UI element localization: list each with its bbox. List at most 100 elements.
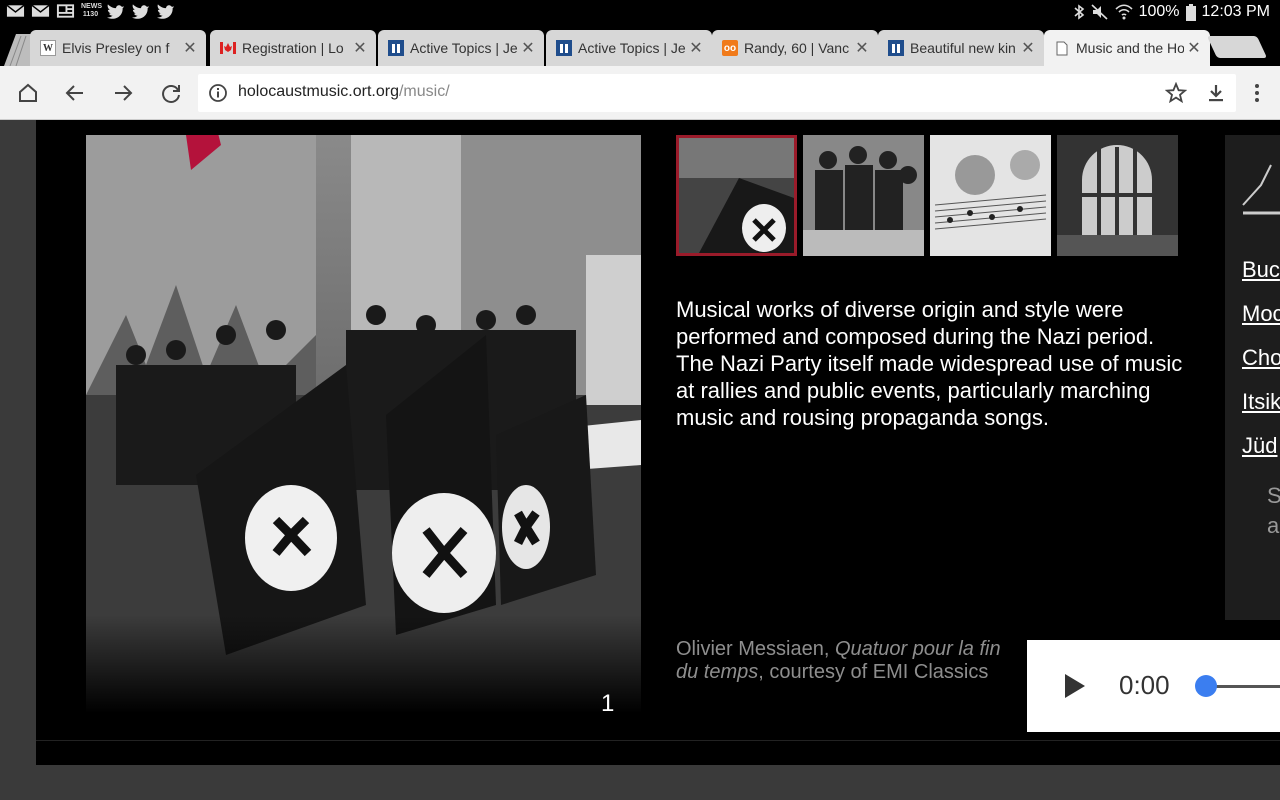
maple-leaf-favicon-icon bbox=[220, 40, 236, 56]
thumbnail-sheet-music-image bbox=[930, 135, 1051, 256]
sidebar-link-2[interactable]: Moc bbox=[1242, 301, 1280, 327]
wifi-icon bbox=[1115, 4, 1133, 20]
forum-favicon-icon bbox=[388, 40, 404, 56]
main-gallery-photo[interactable]: 1 / 4 bbox=[86, 135, 641, 713]
thumbnail-3[interactable] bbox=[930, 135, 1051, 256]
sidebar-link-5[interactable]: Jüd bbox=[1242, 433, 1277, 459]
twitter-icon bbox=[131, 4, 150, 19]
sidebar-text-1: S bbox=[1267, 483, 1280, 508]
thumbnail-2[interactable] bbox=[803, 135, 924, 256]
divider bbox=[36, 740, 1280, 741]
seek-track[interactable] bbox=[1206, 685, 1280, 688]
mail-icon bbox=[6, 4, 25, 17]
sidebar-link-4[interactable]: Itsik bbox=[1242, 389, 1280, 415]
bluetooth-icon bbox=[1074, 4, 1084, 20]
thumbnail-rally-image bbox=[679, 138, 794, 253]
tab-music-holocaust[interactable]: Music and the Ho ✕ bbox=[1044, 30, 1210, 66]
reload-button[interactable] bbox=[156, 78, 186, 108]
new-tab-button[interactable] bbox=[1206, 36, 1268, 58]
browser-toolbar: holocaustmusic.ort.org/music/ bbox=[0, 66, 1280, 120]
url-text[interactable]: holocaustmusic.ort.org/music/ bbox=[238, 83, 450, 101]
play-icon[interactable] bbox=[1063, 672, 1087, 700]
clock: 12:03 PM bbox=[1201, 3, 1270, 20]
close-tab-icon[interactable]: ✕ bbox=[852, 38, 872, 58]
seek-handle[interactable] bbox=[1195, 675, 1217, 697]
thumbnail-4[interactable] bbox=[1057, 135, 1178, 256]
oo-favicon-icon: oo bbox=[722, 40, 738, 56]
sidebar-link-1[interactable]: Buc bbox=[1242, 257, 1280, 283]
content-panel: 1 / 4 Musical works of diverse origin an… bbox=[36, 120, 1280, 765]
more-vert-icon bbox=[1255, 84, 1259, 102]
url-path: /music/ bbox=[398, 83, 450, 100]
close-tab-icon[interactable]: ✕ bbox=[180, 38, 200, 58]
caption-credit: , courtesy of EMI Classics bbox=[758, 661, 989, 683]
tab-strip: W Elvis Presley on f ✕ Registration | Lo… bbox=[0, 24, 1280, 66]
audio-player: 0:00 bbox=[1027, 640, 1280, 732]
sidebar-text-2: a bbox=[1267, 513, 1280, 538]
description-text: Musical works of diverse origin and styl… bbox=[676, 297, 1183, 430]
wikipedia-favicon-icon: W bbox=[40, 40, 56, 56]
home-button[interactable] bbox=[13, 78, 43, 108]
close-tab-icon[interactable]: ✕ bbox=[518, 38, 538, 58]
url-host: holocaustmusic.ort.org bbox=[238, 83, 399, 100]
back-arrow-icon bbox=[65, 85, 83, 101]
tab-active-topics-2[interactable]: Active Topics | Je ✕ bbox=[546, 30, 712, 66]
sidebar-link-3[interactable]: Cho bbox=[1242, 345, 1280, 371]
close-tab-icon[interactable]: ✕ bbox=[350, 38, 370, 58]
back-button[interactable] bbox=[60, 78, 90, 108]
tab-title: Registration | Lo bbox=[242, 40, 344, 56]
thumbnail-orchestra-image bbox=[803, 135, 924, 256]
battery-icon bbox=[1185, 3, 1196, 21]
forum-favicon-icon bbox=[888, 40, 904, 56]
tab-beautiful[interactable]: Beautiful new kin ✕ bbox=[878, 30, 1044, 66]
tab-elvis[interactable]: W Elvis Presley on f ✕ bbox=[30, 30, 206, 66]
reload-icon bbox=[162, 85, 180, 103]
news1130-icon: NEWS 1130 bbox=[81, 3, 102, 18]
twitter-icon bbox=[106, 4, 125, 19]
caption-composer: Olivier Messiaen, bbox=[676, 638, 835, 660]
close-tab-icon[interactable]: ✕ bbox=[686, 38, 706, 58]
mail-icon bbox=[31, 4, 50, 17]
download-button[interactable] bbox=[1201, 78, 1231, 108]
star-icon bbox=[1165, 82, 1187, 104]
home-icon bbox=[19, 83, 37, 102]
rally-photo-image bbox=[86, 135, 641, 713]
menu-button[interactable] bbox=[1242, 78, 1272, 108]
notification-icons: NEWS 1130 bbox=[6, 3, 175, 19]
audio-time: 0:00 bbox=[1119, 670, 1170, 700]
tab-title: Elvis Presley on f bbox=[62, 40, 170, 56]
system-status: 100% 12:03 PM bbox=[1073, 3, 1270, 21]
page-favicon-icon bbox=[1054, 40, 1070, 56]
news-icon bbox=[56, 4, 75, 18]
tab-title: Music and the Ho bbox=[1076, 40, 1184, 56]
info-icon[interactable] bbox=[208, 83, 228, 103]
thumbnail-strip bbox=[676, 135, 1178, 256]
tab-title: Active Topics | Je bbox=[410, 40, 518, 56]
download-icon bbox=[1209, 85, 1223, 102]
thumbnail-window-image bbox=[1057, 135, 1178, 256]
mute-icon bbox=[1091, 4, 1108, 20]
tab-registration[interactable]: Registration | Lo ✕ bbox=[210, 30, 376, 66]
android-status-bar: NEWS 1130 100% 12:03 PM bbox=[0, 0, 1280, 24]
related-sidebar: Buc Moc Cho Itsik Jüd S a bbox=[1225, 135, 1280, 620]
audio-caption: Olivier Messiaen, Quatuor pour la fin du… bbox=[676, 638, 1006, 684]
tab-randy[interactable]: oo Randy, 60 | Vanc ✕ bbox=[712, 30, 878, 66]
forward-arrow-icon bbox=[115, 85, 133, 101]
gallery-counter-text: 1 / 4 bbox=[601, 690, 615, 713]
page-viewport: 1 / 4 Musical works of diverse origin an… bbox=[0, 120, 1280, 800]
tab-active-topics-1[interactable]: Active Topics | Je ✕ bbox=[378, 30, 544, 66]
twitter-icon bbox=[156, 4, 175, 19]
tab-title: Active Topics | Je bbox=[578, 40, 686, 56]
tab-title: Randy, 60 | Vanc bbox=[744, 40, 850, 56]
address-bar[interactable]: holocaustmusic.ort.org/music/ bbox=[198, 74, 1236, 112]
tab-title: Beautiful new kin bbox=[910, 40, 1016, 56]
thumbnail-1[interactable] bbox=[676, 135, 797, 256]
bookmark-star-button[interactable] bbox=[1161, 78, 1191, 108]
music-note-logo-icon bbox=[1242, 164, 1280, 215]
gallery-counter: 1 / 4 bbox=[601, 690, 641, 713]
battery-percent: 100% bbox=[1138, 3, 1180, 20]
close-tab-icon[interactable]: ✕ bbox=[1018, 38, 1038, 58]
close-tab-icon[interactable]: ✕ bbox=[1184, 38, 1204, 58]
forum-favicon-icon bbox=[556, 40, 572, 56]
forward-button[interactable] bbox=[108, 78, 138, 108]
